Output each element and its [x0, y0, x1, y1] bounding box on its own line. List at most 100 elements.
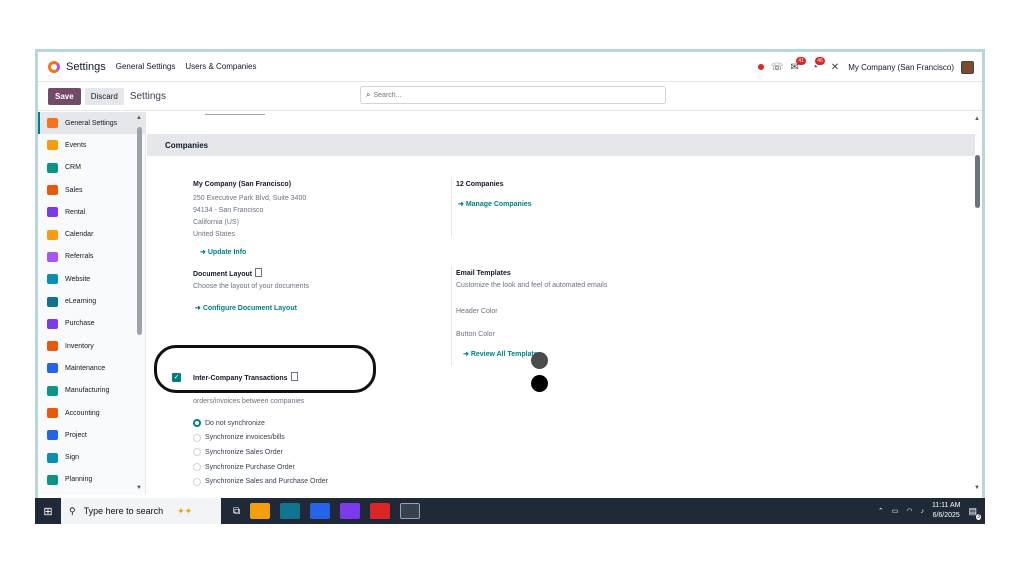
sidebar-item-project[interactable]: Project	[38, 424, 145, 446]
sync-option-label: Synchronize invoices/bills	[205, 434, 285, 442]
sidebar-scroll-up-icon[interactable]: ▲	[136, 115, 142, 121]
clock-date: 6/6/2025	[932, 512, 960, 519]
email-templates-desc: Customize the look and feel of automated…	[456, 282, 608, 289]
radio-button[interactable]	[193, 477, 201, 486]
app-icon[interactable]	[370, 503, 391, 519]
sidebar-item-inventory[interactable]: Inventory	[38, 335, 145, 357]
chat-icon[interactable]: ✉ 41	[790, 56, 806, 73]
sidebar-item-purchase[interactable]: Purchase	[38, 313, 145, 335]
button-color-swatch[interactable]	[531, 375, 548, 392]
sidebar-scrollbar[interactable]	[137, 127, 142, 335]
radio-button[interactable]	[193, 448, 201, 457]
debug-tools-icon[interactable]: ✕	[831, 62, 839, 73]
sidebar-item-label: Events	[65, 141, 87, 149]
sidebar-item-general-settings[interactable]: General Settings	[38, 112, 145, 135]
sync-option-label: Synchronize Sales and Purchase Order	[205, 478, 328, 486]
configure-document-layout-label: Configure Document Layout	[202, 305, 297, 312]
task-view-icon[interactable]: ⧉	[233, 506, 240, 517]
sidebar-item-accounting[interactable]: Accounting	[38, 402, 145, 424]
search-input[interactable]	[373, 91, 634, 99]
radio-button[interactable]	[193, 433, 201, 442]
sidebar-item-elearning[interactable]: eLearning	[38, 290, 145, 312]
radio-button[interactable]	[193, 463, 201, 472]
sidebar-item-sales[interactable]: Sales	[38, 179, 145, 201]
app-icon	[47, 207, 58, 218]
top-navbar: Settings General Settings Users & Compan…	[38, 52, 982, 82]
sync-option[interactable]: Synchronize Sales and Purchase Order	[193, 477, 328, 486]
app-icon	[47, 140, 58, 151]
sync-option[interactable]: Do not synchronize	[193, 419, 265, 427]
company-switcher[interactable]: My Company (San Francisco)	[848, 63, 954, 72]
search-box[interactable]: ⌕	[360, 86, 666, 104]
sidebar-scroll-down-icon[interactable]: ▼	[136, 485, 142, 491]
discard-button[interactable]: Discard	[84, 87, 124, 105]
menu-general-settings[interactable]: General Settings	[116, 62, 176, 71]
arrow-right-icon: ➜	[463, 351, 471, 358]
sidebar-item-manufacturing[interactable]: Manufacturing	[38, 380, 145, 402]
companies-count-block: 12 Companies ➜ Manage Companies	[456, 179, 532, 211]
sync-option[interactable]: Synchronize Sales Order	[193, 448, 283, 457]
sidebar-item-events[interactable]: Events	[38, 134, 145, 156]
notification-count: 3	[976, 513, 981, 520]
sidebar-item-label: Website	[65, 275, 91, 283]
volume-icon[interactable]: ♪	[920, 508, 924, 515]
edge-browser-icon[interactable]	[280, 503, 301, 519]
search-icon: ⚲	[69, 505, 76, 516]
wifi-icon[interactable]: ◠	[906, 507, 912, 515]
radio-button[interactable]	[193, 419, 201, 427]
settings-content: Companies My Company (San Francisco) 250…	[147, 112, 977, 495]
notifications-icon[interactable]: ▤ 3	[968, 506, 981, 520]
manage-companies-link[interactable]: ➜ Manage Companies	[458, 199, 532, 211]
chat-badge: 41	[796, 56, 806, 65]
arrow-right-icon: ➜	[200, 249, 208, 256]
sync-option-label: Synchronize Sales Order	[205, 448, 283, 456]
app-icon	[47, 118, 58, 129]
sync-option[interactable]: Synchronize Purchase Order	[193, 463, 295, 472]
sidebar-item-crm[interactable]: CRM	[38, 157, 145, 179]
vscode-icon[interactable]	[310, 503, 331, 519]
status-dot-icon[interactable]	[757, 64, 764, 70]
app-icon	[47, 251, 58, 262]
intercompany-checkbox[interactable]: ✓	[172, 373, 181, 382]
company-address-line1: 250 Executive Park Blvd, Suite 3400	[193, 195, 307, 202]
battery-icon[interactable]: ▭	[892, 507, 899, 515]
sync-option-label: Do not synchronize	[205, 419, 265, 427]
terminal-icon[interactable]	[400, 503, 421, 519]
sidebar-item-label: Sign	[65, 454, 80, 462]
file-explorer-icon[interactable]	[250, 503, 271, 519]
user-avatar[interactable]	[961, 60, 974, 74]
button-color-label: Button Color	[456, 331, 495, 338]
activity-icon[interactable]: ◔ 46	[812, 56, 825, 73]
sidebar-item-maintenance[interactable]: Maintenance	[38, 357, 145, 379]
phone-icon[interactable]: ☏	[771, 62, 784, 73]
menu-users-companies[interactable]: Users & Companies	[185, 62, 256, 71]
sidebar-item-planning[interactable]: Planning	[38, 469, 145, 491]
sidebar-item-sign[interactable]: Sign	[38, 446, 145, 468]
update-info-link[interactable]: ➜ Update Info	[200, 247, 306, 259]
intercompany-block: Inter-Company Transactions orders/invoic…	[193, 372, 304, 408]
sidebar-item-calendar[interactable]: Calendar	[38, 223, 145, 245]
activity-badge: 46	[815, 56, 825, 65]
odoo-logo-icon[interactable]	[48, 60, 60, 73]
companies-count: 12 Companies	[456, 181, 504, 188]
configure-document-layout-link[interactable]: ➜ Configure Document Layout	[195, 303, 309, 315]
company-scope-icon	[290, 372, 298, 381]
app-icon	[47, 385, 58, 396]
content-scrollbar[interactable]	[975, 155, 980, 208]
sync-option[interactable]: Synchronize invoices/bills	[193, 433, 285, 442]
windows-start-icon[interactable]: ⊞	[35, 498, 61, 524]
clock[interactable]: 11:11 AM 6/6/2025	[932, 501, 961, 521]
chevron-up-icon[interactable]: ⌃	[878, 507, 884, 515]
sidebar-item-rental[interactable]: Rental	[38, 201, 145, 223]
sidebar-item-referrals[interactable]: Referrals	[38, 246, 145, 268]
content-scroll-down-icon[interactable]: ▼	[974, 485, 980, 491]
taskbar-search[interactable]: ⚲ Type here to search ✦✦	[61, 498, 221, 524]
app-title[interactable]: Settings	[66, 61, 106, 73]
save-button[interactable]: Save	[48, 87, 81, 105]
content-scroll-up-icon[interactable]: ▲	[974, 116, 980, 122]
header-color-swatch[interactable]	[531, 352, 548, 369]
sidebar-item-website[interactable]: Website	[38, 268, 145, 290]
company-address-line2: 94134 - San Francisco	[193, 207, 264, 214]
settings-sidebar: General Settings Events CRM Sales Rental Cale…	[38, 112, 146, 495]
teams-icon[interactable]	[340, 503, 361, 519]
